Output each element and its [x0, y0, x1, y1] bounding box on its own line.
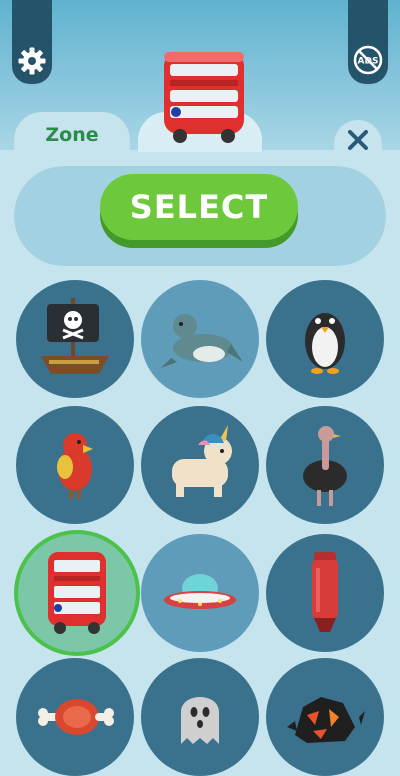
no-ads-label: ADS [358, 57, 379, 67]
seal-icon [161, 314, 243, 368]
settings-button[interactable] [12, 0, 52, 84]
skin-pirate-ship[interactable] [16, 280, 134, 398]
meat-icon [38, 699, 114, 735]
skin-ufo[interactable] [141, 534, 259, 652]
gear-icon [18, 47, 46, 75]
ostrich-icon [303, 426, 347, 506]
skin-penguin[interactable] [266, 280, 384, 398]
double-decker-bus-icon [48, 552, 106, 634]
select-button-label: SELECT [129, 188, 269, 226]
unicorn-icon [172, 425, 232, 497]
skin-panel: SELECT [0, 152, 400, 776]
skin-parrot[interactable] [16, 406, 134, 524]
pirate-ship-icon [41, 298, 109, 374]
penguin-icon [305, 313, 345, 374]
lava-rock-icon [287, 697, 365, 743]
select-bar: SELECT [14, 166, 386, 266]
skin-ostrich[interactable] [266, 406, 384, 524]
skin-seal[interactable] [141, 280, 259, 398]
close-icon [348, 130, 368, 150]
highlighter-icon [312, 552, 338, 632]
ghost-icon [181, 697, 219, 744]
parrot-icon [57, 433, 93, 499]
skin-lava-rock[interactable] [266, 658, 384, 776]
skin-double-decker-bus[interactable] [18, 534, 136, 652]
skin-ghost[interactable] [141, 658, 259, 776]
select-button[interactable]: SELECT [100, 174, 298, 240]
no-ads-button[interactable]: ADS [348, 0, 388, 84]
double-decker-bus-preview [164, 52, 244, 143]
skin-highlighter[interactable] [266, 534, 384, 652]
skin-meat[interactable] [16, 658, 134, 776]
tab-zone-label: Zone [45, 124, 99, 146]
skin-unicorn[interactable] [141, 406, 259, 524]
ufo-icon [164, 574, 236, 609]
no-ads-icon: ADS [353, 45, 383, 75]
